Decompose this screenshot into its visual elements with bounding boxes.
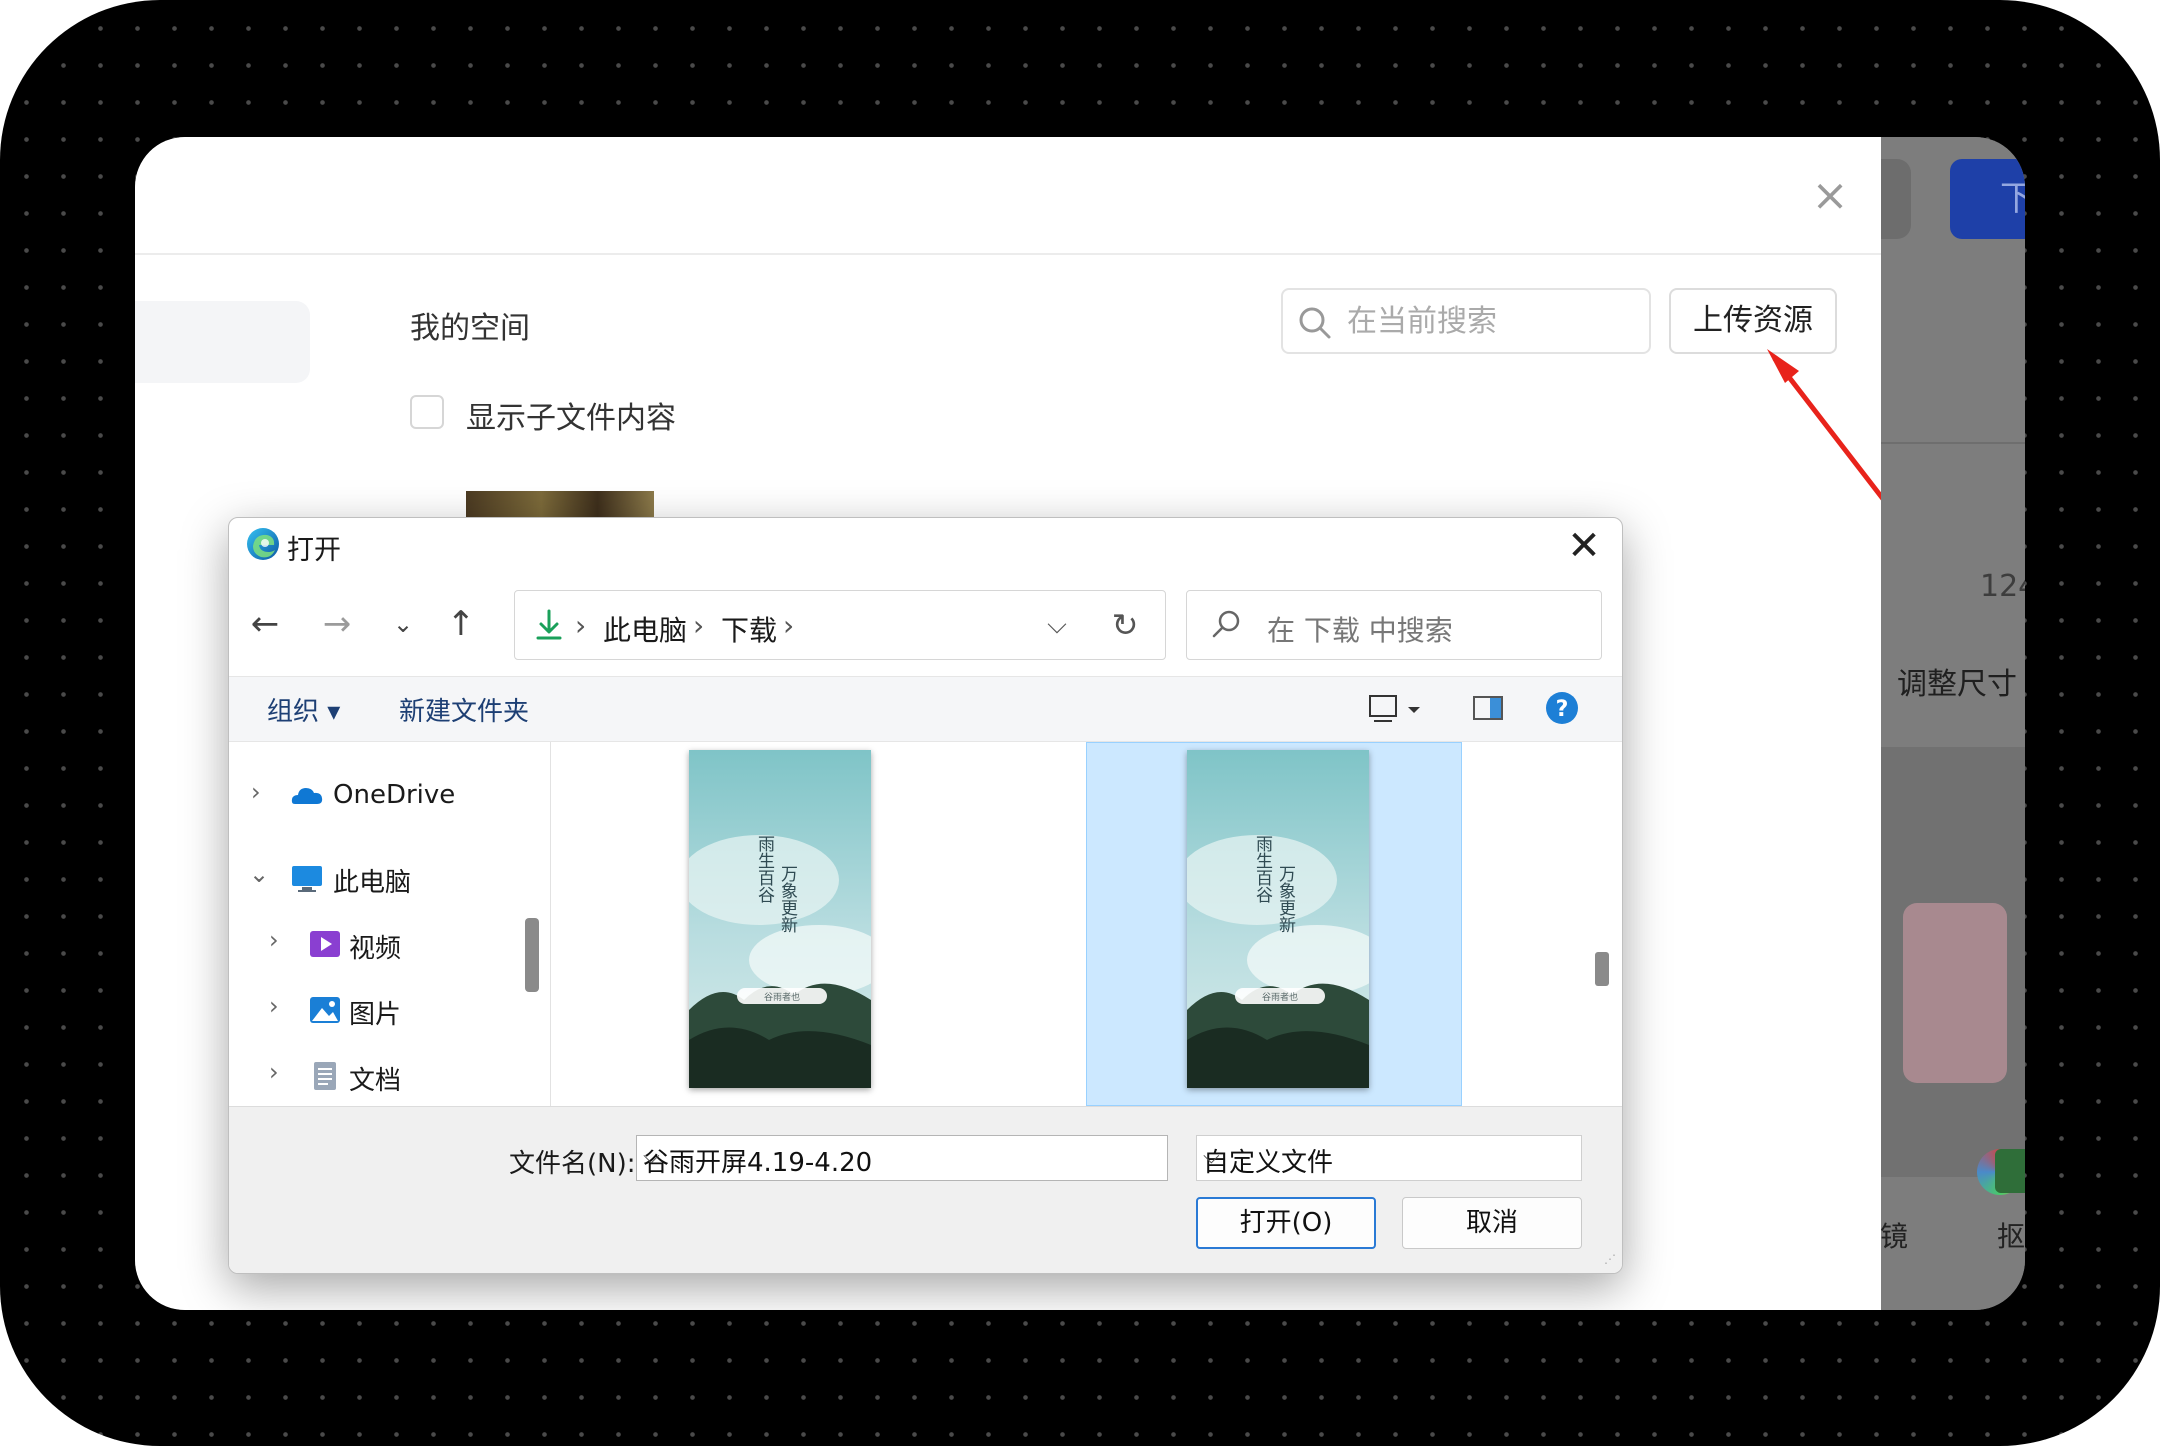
address-bar[interactable]: › 此电脑 › 下载 › ⌵ ↻	[514, 590, 1166, 660]
svg-text:?: ?	[1556, 697, 1569, 722]
background-grey-button	[1881, 159, 1911, 239]
view-options-icon[interactable]	[1365, 689, 1403, 727]
view-options-dropdown-icon[interactable]	[1403, 689, 1425, 727]
nav-item-label: 此电脑	[333, 868, 412, 898]
dialog-search-placeholder: 在 下载 中搜索	[1267, 614, 1453, 647]
open-button[interactable]: 打开(O)	[1196, 1197, 1376, 1249]
breadcrumb[interactable]: 我的空间	[410, 303, 530, 347]
resource-search-input[interactable]	[1347, 298, 1637, 344]
poster-title-left: 雨生百谷	[1252, 835, 1273, 903]
background-blue-button: 下	[1950, 159, 2025, 239]
onedrive-cloud-icon	[291, 788, 323, 804]
background-divider	[1881, 442, 2025, 444]
expand-chevron-icon[interactable]: ›	[269, 926, 279, 954]
address-segment-downloads[interactable]: 下载	[721, 609, 777, 649]
dialog-search-box[interactable]: 在 下载 中搜索	[1186, 590, 1602, 660]
videos-folder-icon	[310, 931, 340, 957]
dialog-footer: 文件名(N): 谷雨开屏4.19-4.20 ⌵ 自定义文件 ⌵ 打开(O) 取消…	[229, 1106, 1622, 1273]
modal-close-icon[interactable]: ×	[1803, 169, 1857, 223]
file-item-selected[interactable]: 谷雨者也 雨生百谷 万象更新	[1187, 750, 1369, 1088]
modal-header	[135, 137, 1881, 255]
file-list-scrollbar[interactable]	[1595, 952, 1609, 986]
poster-title-right: 万象更新	[1275, 865, 1296, 933]
new-folder-button[interactable]: 新建文件夹	[399, 691, 529, 728]
open-file-dialog: 打开 ✕ ← → ⌄ ↑ › 此电脑 › 下载 › ⌵ ↻ 在 下载 中搜索 组…	[228, 517, 1623, 1274]
nav-item-label: OneDrive	[333, 780, 456, 810]
filetype-dropdown-icon[interactable]: ⌵	[1203, 1144, 1571, 1169]
organize-menu[interactable]: 组织 ▾	[267, 691, 340, 728]
show-subfolder-checkbox[interactable]	[410, 395, 444, 429]
expand-chevron-icon[interactable]: ›	[269, 1058, 279, 1086]
back-arrow-icon[interactable]: ←	[243, 602, 287, 646]
resource-search-box[interactable]	[1281, 288, 1651, 354]
dialog-title: 打开	[287, 535, 341, 566]
background-resize-label: 调整尺寸	[1897, 667, 2017, 702]
poster-badge-text: 谷雨者也	[1262, 991, 1298, 1003]
nav-item-onedrive[interactable]: › OneDrive	[229, 772, 529, 820]
nav-pane-scrollbar[interactable]	[525, 918, 539, 992]
expand-chevron-icon[interactable]: ›	[269, 992, 279, 1020]
file-item[interactable]: 谷雨者也 雨生百谷 万象更新	[689, 750, 871, 1088]
preview-pane-icon[interactable]	[1469, 689, 1507, 727]
filename-input[interactable]: 谷雨开屏4.19-4.20 ⌵	[636, 1135, 1168, 1181]
background-number: 124	[1980, 569, 2025, 604]
show-subfolder-label: 显示子文件内容	[466, 401, 676, 436]
filetype-select[interactable]: 自定义文件 ⌵	[1196, 1135, 1582, 1181]
refresh-icon[interactable]: ↻	[1105, 603, 1145, 647]
poster-badge-text: 谷雨者也	[764, 991, 800, 1003]
filename-dropdown-icon[interactable]: ⌵	[643, 1144, 1161, 1169]
resize-grip-icon[interactable]: ⋰	[1604, 1253, 1620, 1271]
sidebar-selected-item[interactable]	[135, 301, 310, 383]
poster-thumbnail: 谷雨者也 雨生百谷 万象更新	[1187, 750, 1369, 1088]
filename-label: 文件名(N):	[509, 1149, 636, 1179]
address-separator-3[interactable]: ›	[783, 609, 794, 642]
nav-item-label: 文档	[349, 1066, 402, 1096]
collapse-chevron-icon[interactable]: ⌄	[249, 860, 269, 888]
expand-chevron-icon[interactable]: ›	[251, 778, 261, 806]
up-folder-arrow-icon[interactable]: ↑	[439, 602, 483, 646]
nav-item-label: 视频	[349, 934, 402, 964]
cancel-button[interactable]: 取消	[1402, 1197, 1582, 1249]
documents-folder-icon	[314, 1062, 336, 1090]
search-icon	[1212, 610, 1240, 638]
nav-item-videos[interactable]: › 视频	[229, 920, 529, 968]
address-separator-1: ›	[575, 609, 587, 642]
pictures-folder-icon	[310, 997, 340, 1023]
downloads-icon	[536, 609, 562, 640]
app-canvas: 下 124 调整尺寸 镜 抠 × 我的空间 上传资源 显示子文件内容	[135, 137, 2025, 1310]
nav-item-label: 图片	[349, 1000, 402, 1030]
recent-locations-chevron-icon[interactable]: ⌄	[381, 602, 425, 646]
search-icon	[1299, 307, 1331, 339]
this-pc-monitor-icon	[292, 866, 322, 892]
navigation-pane: › OneDrive ⌄ 此电脑 › 视频 › 图片 › 文档	[229, 742, 551, 1106]
address-dropdown-icon[interactable]: ⌵	[1037, 605, 1077, 645]
nav-item-this-pc[interactable]: ⌄ 此电脑	[229, 854, 529, 902]
help-icon[interactable]: ?	[1543, 689, 1581, 727]
nav-item-documents[interactable]: › 文档	[229, 1052, 529, 1100]
upload-resource-button[interactable]: 上传资源	[1669, 288, 1837, 354]
background-tool-label-2: 抠	[1997, 1220, 2025, 1253]
file-list: 谷雨者也 雨生百谷 万象更新 谷雨者也 雨生百谷 万象更新	[559, 742, 1591, 1106]
forward-arrow-icon[interactable]: →	[315, 602, 359, 646]
poster-title-left: 雨生百谷	[754, 835, 775, 903]
nav-item-pictures[interactable]: › 图片	[229, 986, 529, 1034]
dialog-close-icon[interactable]: ✕	[1551, 518, 1617, 574]
dialog-toolbar: 组织 ▾ 新建文件夹 ?	[229, 676, 1622, 742]
address-separator-2: ›	[693, 609, 705, 642]
address-segment-this-pc[interactable]: 此电脑	[603, 609, 687, 649]
background-tool-label-1: 镜	[1880, 1220, 1909, 1253]
edge-browser-icon	[247, 528, 279, 560]
poster-title-right: 万象更新	[777, 865, 798, 933]
background-blue-button-label: 下	[2000, 179, 2025, 219]
background-card	[1903, 903, 2007, 1083]
poster-thumbnail: 谷雨者也 雨生百谷 万象更新	[689, 750, 871, 1088]
cutout-tool-icon	[1995, 1149, 2025, 1193]
